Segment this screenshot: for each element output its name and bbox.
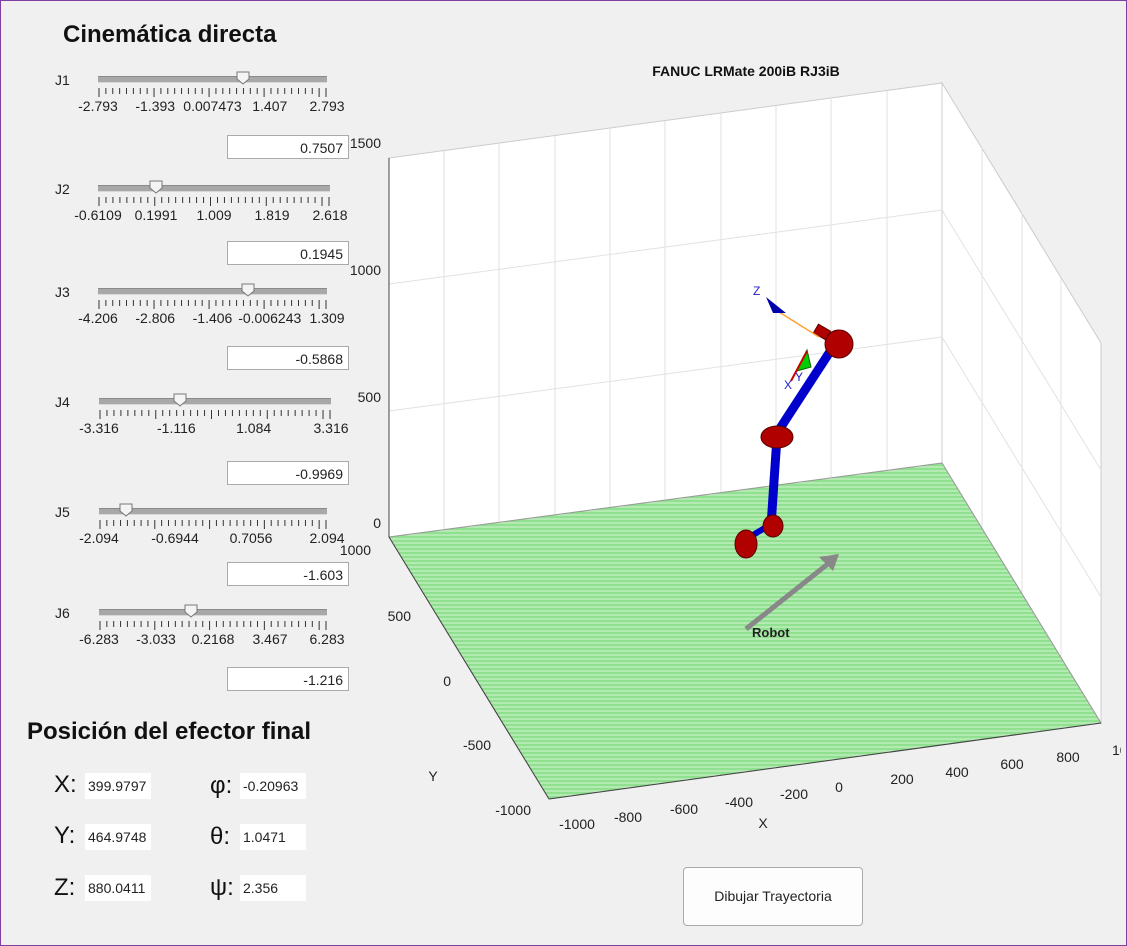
x-tick: 600 (1000, 756, 1024, 772)
x-tick: -600 (670, 801, 698, 817)
slider-thumb[interactable] (149, 180, 163, 194)
joint-label: J6 (55, 605, 70, 621)
theta-label: θ: (210, 823, 231, 850)
y-tick: 1000 (340, 542, 371, 558)
slider-tick-label: 0.007473 (183, 98, 242, 114)
slider-tick-label: 3.467 (252, 631, 288, 647)
slider-track[interactable] (99, 508, 327, 515)
joint-2 (762, 514, 784, 538)
slider-tick-label: 1.009 (196, 207, 232, 223)
y-axis-label: Y (428, 768, 438, 784)
slider-track[interactable] (99, 609, 327, 616)
y-tick: -500 (463, 737, 491, 753)
slider-tick-label: -1.116 (156, 420, 196, 436)
slider-tick-label: -2.793 (78, 98, 118, 114)
x-tick: -1000 (559, 816, 595, 832)
joint-slider[interactable]: -6.283 -3.033 0.2168 3.467 6.283 (79, 604, 345, 648)
slider-tick-label: -4.206 (78, 310, 118, 326)
end-effector-title: Posición del efector final (27, 718, 312, 745)
draw-trajectory-button[interactable]: Dibujar Trayectoria (683, 867, 863, 926)
z-tick: 1000 (350, 262, 381, 278)
phi-label: φ: (210, 772, 233, 799)
slider-tick-label: -1.406 (192, 310, 233, 326)
psi-value: 2.356 (240, 875, 306, 901)
z-value: 880.0411 (85, 875, 151, 901)
slider-tick-label: -0.6944 (151, 530, 199, 546)
slider-thumb[interactable] (173, 393, 187, 407)
z-tick: 500 (358, 389, 382, 405)
slider-tick-label: -3.316 (79, 420, 119, 436)
robot-label: Robot (752, 625, 790, 640)
y-value: 464.9748 (85, 824, 151, 850)
joint-label: J3 (55, 284, 70, 300)
slider-thumb[interactable] (241, 283, 255, 297)
x-axis-label: X (758, 815, 768, 831)
x-tick: 0 (835, 779, 843, 795)
joint-3 (760, 425, 794, 449)
z-tick: 0 (373, 515, 381, 531)
app-window: Cinemática directa J1 -2.793 -1.393 0.00747… (0, 0, 1127, 946)
slider-tick-label: -2.806 (135, 310, 176, 326)
y-tick: 0 (443, 673, 451, 689)
slider-track[interactable] (98, 185, 330, 192)
slider-thumb[interactable] (119, 503, 133, 517)
x-label: X: (54, 771, 77, 798)
slider-tick-label: 0.1991 (134, 207, 178, 223)
slider-tick-label: 1.819 (254, 207, 290, 223)
slider-ticks (99, 410, 331, 419)
z-axis: 0 500 1000 1500 (350, 135, 390, 537)
theta-value: 1.0471 (240, 824, 306, 850)
frame-x-label: X (784, 378, 792, 392)
slider-tick-label: -3.033 (136, 631, 176, 647)
link-upper-arm (766, 436, 782, 527)
joint-slider[interactable]: -3.316 -1.116 1.084 3.316 (79, 393, 349, 437)
y-label: Y: (54, 822, 76, 849)
frame-y-label: Y (795, 370, 803, 384)
joint-label: J5 (55, 504, 70, 520)
slider-tick-label: -0.006243 (238, 310, 302, 326)
slider-tick-label: 1.084 (236, 420, 272, 436)
plot-title: FANUC LRMate 200iB RJ3iB (652, 63, 840, 79)
forward-kinematics-title: Cinemática directa (63, 21, 277, 48)
x-tick: -400 (725, 794, 753, 810)
slider-ticks (99, 520, 327, 529)
slider-tick-label: -2.094 (79, 530, 119, 546)
x-value: 399.9797 (85, 773, 151, 799)
phi-value: -0.20963 (240, 773, 306, 799)
joint-slider[interactable]: -4.206 -2.806 -1.406 -0.006243 1.309 (78, 283, 345, 327)
frame-z-label: Z (753, 284, 760, 298)
x-tick: -800 (614, 809, 642, 825)
slider-tick-label: 1.407 (252, 98, 288, 114)
x-tick: 10 (1112, 742, 1121, 758)
joint-slider[interactable]: -0.6109 0.1991 1.009 1.819 2.618 (74, 180, 348, 224)
slider-track[interactable] (99, 398, 331, 405)
slider-tick-label: -6.283 (79, 631, 119, 647)
slider-tick-label: -1.393 (135, 98, 176, 114)
x-tick: -200 (780, 786, 808, 802)
x-tick: 200 (890, 771, 914, 787)
slider-thumb[interactable] (184, 604, 198, 618)
joint-label: J2 (55, 181, 70, 197)
joint-label: J4 (55, 394, 70, 410)
slider-thumb[interactable] (236, 71, 250, 85)
slider-tick-label: 0.7056 (229, 530, 273, 546)
slider-track[interactable] (98, 288, 327, 295)
joint-slider[interactable]: -2.094 -0.6944 0.7056 2.094 (79, 503, 345, 547)
z-label: Z: (54, 874, 76, 901)
psi-label: ψ: (210, 874, 234, 901)
slider-tick-label: -0.6109 (74, 207, 122, 223)
y-tick: 500 (388, 608, 412, 624)
y-tick: -1000 (495, 802, 531, 818)
slider-tick-label: 0.2168 (191, 631, 235, 647)
slider-track[interactable] (98, 76, 327, 83)
z-tick: 1500 (350, 135, 381, 151)
joint-slider[interactable]: -2.793 -1.393 0.007473 1.407 2.793 (78, 71, 345, 115)
joint-1 (734, 529, 758, 559)
x-tick: 800 (1056, 749, 1080, 765)
joint-label: J1 (55, 72, 70, 88)
x-tick: 400 (945, 764, 969, 780)
robot-3d-plot[interactable]: FANUC LRMate 200iB RJ3iB 0 500 1000 1500… (331, 56, 1121, 846)
